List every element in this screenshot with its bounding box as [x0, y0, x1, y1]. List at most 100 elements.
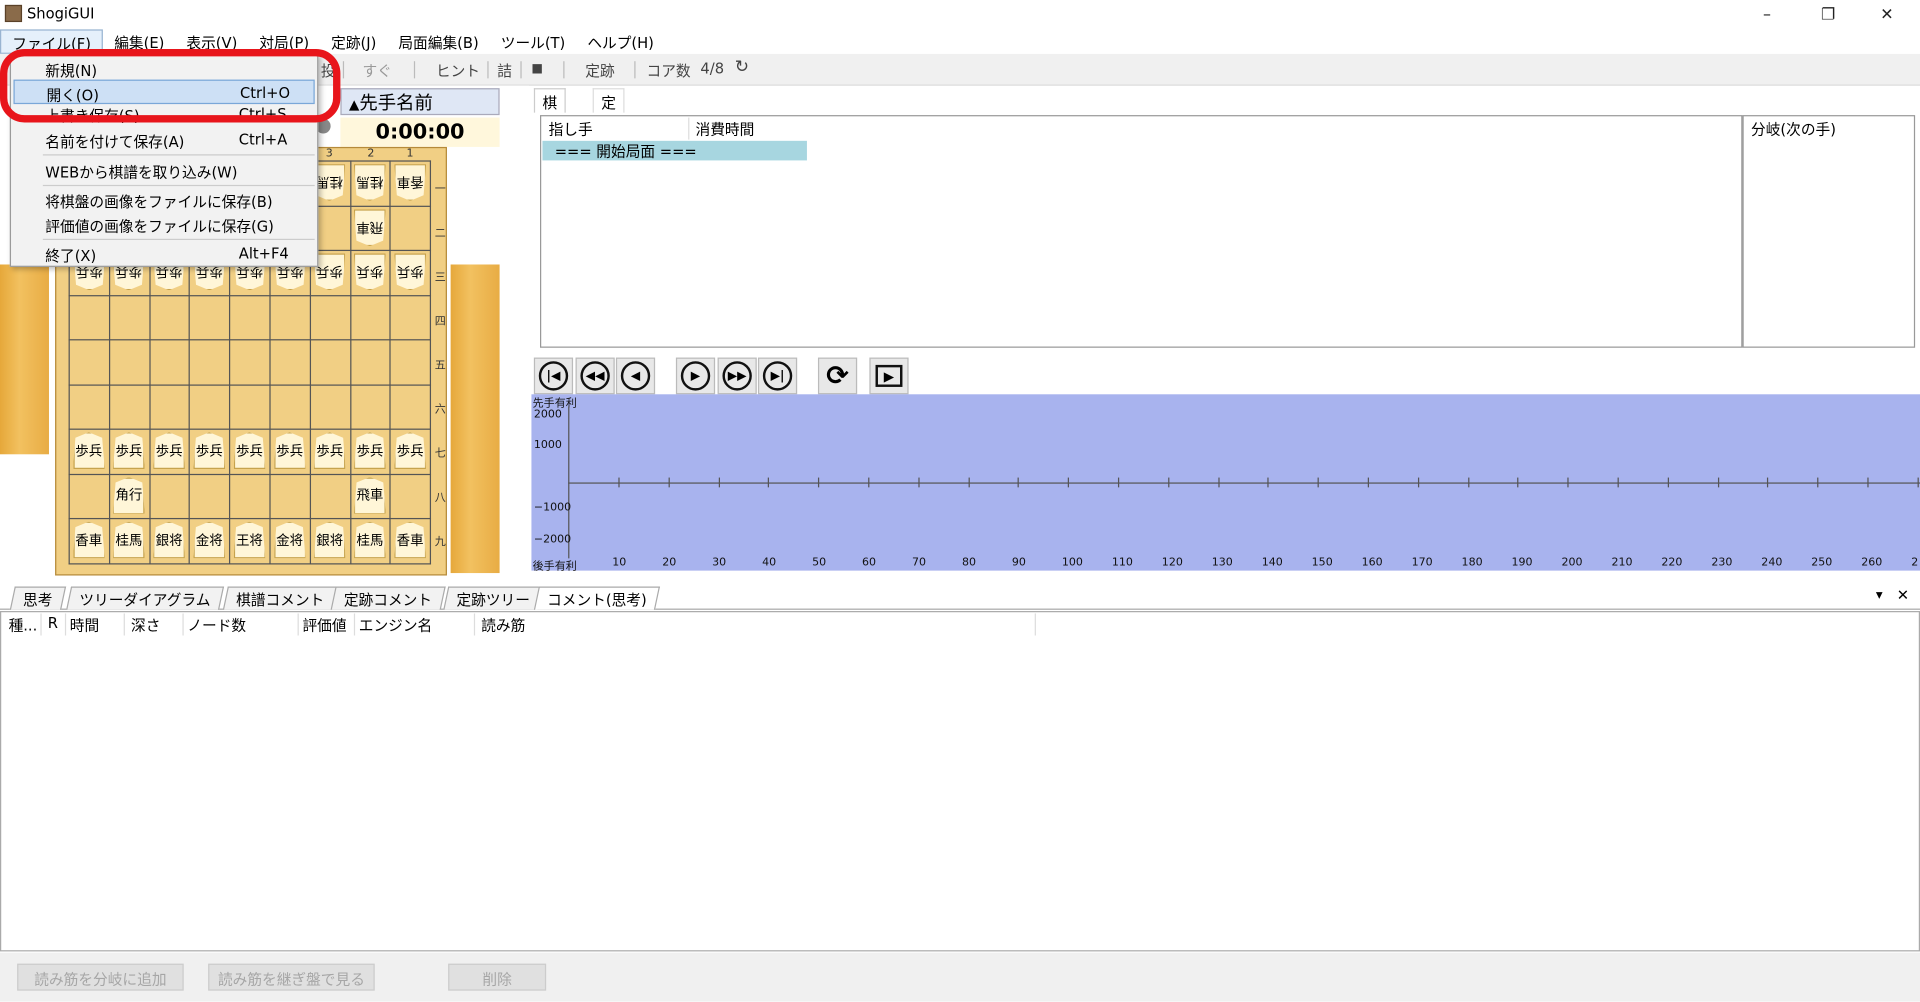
- chart-tick-mark: [1567, 477, 1569, 488]
- column-divider: [1034, 613, 1036, 636]
- bottom-tab[interactable]: コメント(思考): [533, 586, 661, 610]
- think-column-header[interactable]: 評価値: [302, 615, 346, 636]
- skip-first-icon: |◀: [538, 361, 569, 391]
- think-column-header[interactable]: 読み筋: [481, 615, 525, 636]
- chart-x-tick: 170: [1411, 557, 1433, 570]
- think-column-header[interactable]: R: [48, 615, 58, 632]
- toolbar-separator: [520, 61, 522, 79]
- sente-piece[interactable]: 歩兵: [313, 432, 346, 469]
- file-label: 2: [367, 148, 375, 161]
- sente-piece[interactable]: 香車: [72, 521, 105, 559]
- chart-tick-mark: [968, 477, 970, 488]
- chart-tick-mark: [718, 477, 720, 488]
- think-column-header[interactable]: 種...: [9, 615, 38, 636]
- gote-piece[interactable]: 歩兵: [314, 253, 346, 290]
- menu-separator: [42, 184, 315, 187]
- first-move-button[interactable]: |◀: [533, 357, 574, 395]
- sente-piece[interactable]: 歩兵: [233, 432, 266, 469]
- menu-save-board-image[interactable]: 将棋盤の画像をファイルに保存(B): [13, 187, 314, 211]
- sente-piece[interactable]: 歩兵: [72, 432, 105, 469]
- delete-button[interactable]: 削除: [448, 963, 547, 991]
- tab-dropdown-icon[interactable]: ▾: [1876, 587, 1883, 603]
- chart-x-tick: 210: [1611, 557, 1633, 570]
- think-column-header[interactable]: ノード数: [187, 615, 246, 636]
- bottom-tab[interactable]: ツリーダイアグラム: [66, 586, 225, 610]
- gote-piece[interactable]: 桂馬: [314, 164, 346, 201]
- forward-button[interactable]: ▶: [675, 357, 716, 395]
- mate-button[interactable]: 詰: [497, 60, 512, 81]
- menu-import-web[interactable]: WEBから棋譜を取り込み(W): [13, 158, 314, 182]
- bottom-button-bar: 読み筋を分岐に追加 読み筋を継ぎ盤で見る 削除: [0, 952, 1920, 1002]
- sente-piece[interactable]: 桂馬: [353, 521, 386, 559]
- stop-button[interactable]: ■: [531, 62, 543, 75]
- add-to-branch-button[interactable]: 読み筋を分岐に追加: [17, 963, 184, 991]
- refresh-icon[interactable]: ↻: [735, 58, 749, 78]
- sente-piece[interactable]: 香車: [394, 521, 426, 559]
- board-grid-line: [68, 383, 432, 386]
- kifu-start-row[interactable]: === 開始局面 ===: [542, 140, 807, 161]
- chart-x-tick: 150: [1311, 557, 1333, 570]
- gote-piece[interactable]: 桂馬: [354, 164, 386, 201]
- chart-y-tick: 1000: [533, 439, 562, 452]
- menu-position-edit[interactable]: 局面編集(B): [387, 29, 489, 53]
- menu-separator: [42, 238, 315, 241]
- menu-help[interactable]: ヘルプ(H): [576, 29, 665, 53]
- back-fast-button[interactable]: ◀◀: [575, 357, 615, 395]
- sente-piece[interactable]: 角行: [113, 476, 145, 514]
- move-now-button[interactable]: すぐ: [362, 60, 391, 81]
- sente-piece[interactable]: 歩兵: [193, 432, 226, 469]
- last-move-button[interactable]: ▶|: [757, 357, 798, 395]
- tab-kifu[interactable]: 棋譜: [533, 88, 566, 132]
- menu-save-eval-image[interactable]: 評価値の画像をファイルに保存(G): [13, 212, 314, 236]
- back-button[interactable]: ◀: [615, 357, 656, 395]
- flip-board-icon[interactable]: ⟳: [817, 357, 858, 395]
- sente-piece[interactable]: 飛車: [353, 476, 386, 514]
- tab-close-icon[interactable]: ✕: [1897, 587, 1909, 604]
- chart-x-tick: 110: [1111, 557, 1133, 570]
- sente-piece[interactable]: 歩兵: [153, 432, 186, 469]
- gote-piece[interactable]: 香車: [394, 164, 426, 201]
- hint-button[interactable]: ヒント: [436, 60, 480, 81]
- menu-separator: [42, 154, 315, 156]
- sente-piece[interactable]: 桂馬: [113, 521, 145, 559]
- play-icon: ▶: [875, 364, 903, 387]
- bottom-tab[interactable]: 棋譜コメント: [222, 586, 339, 610]
- sente-piece[interactable]: 銀将: [313, 521, 346, 559]
- sente-piece[interactable]: 金将: [273, 521, 306, 559]
- think-column-header[interactable]: エンジン名: [359, 615, 432, 636]
- menu-joseki[interactable]: 定跡(J): [320, 29, 387, 53]
- bottom-tab[interactable]: 思考: [9, 586, 67, 610]
- eval-chart[interactable]: 先手有利 後手有利 2000 1000 −1000 −2000 10 20 30 40 50 60…: [531, 394, 1920, 573]
- sente-clock: 0:00:00: [340, 117, 500, 147]
- chart-x-tick: 240: [1761, 557, 1783, 570]
- forward-fast-button[interactable]: ▶▶: [717, 357, 757, 395]
- think-column-header[interactable]: 深さ: [131, 615, 160, 636]
- menu-tools[interactable]: ツール(T): [490, 29, 577, 53]
- view-continued-board-button[interactable]: 読み筋を継ぎ盤で見る: [208, 963, 375, 991]
- restore-button[interactable]: ❐: [1800, 0, 1856, 29]
- gote-piece[interactable]: 飛車: [354, 209, 386, 246]
- chart-x-tick: 230: [1711, 557, 1733, 570]
- play-button[interactable]: ▶: [869, 357, 909, 395]
- think-column-header[interactable]: 時間: [70, 615, 99, 636]
- file-label: 1: [406, 148, 414, 161]
- gote-piece[interactable]: 歩兵: [394, 253, 426, 290]
- menu-exit[interactable]: 終了(X) Alt+F4: [13, 241, 314, 265]
- close-button[interactable]: ✕: [1859, 0, 1915, 29]
- sente-piece[interactable]: 金将: [193, 521, 226, 559]
- sente-piece[interactable]: 王将: [233, 521, 266, 559]
- minimize-button[interactable]: –: [1739, 0, 1795, 29]
- tab-joseki[interactable]: 定跡: [592, 88, 625, 132]
- bottom-tab[interactable]: 定跡ツリー: [443, 586, 544, 610]
- sente-piece[interactable]: 歩兵: [113, 432, 145, 469]
- joseki-button[interactable]: 定跡: [585, 60, 614, 81]
- menu-save-as[interactable]: 名前を付けて保存(A) Ctrl+A: [13, 127, 314, 151]
- sente-piece[interactable]: 歩兵: [394, 432, 426, 469]
- sente-piece[interactable]: 歩兵: [273, 432, 306, 469]
- sente-piece[interactable]: 歩兵: [353, 432, 386, 469]
- sente-piece[interactable]: 銀将: [153, 521, 186, 559]
- bottom-tab[interactable]: 定跡コメント: [330, 586, 446, 610]
- bottom-tab-label: コメント(思考): [547, 591, 647, 609]
- board-grid-line: [68, 428, 432, 430]
- gote-piece[interactable]: 歩兵: [354, 253, 386, 290]
